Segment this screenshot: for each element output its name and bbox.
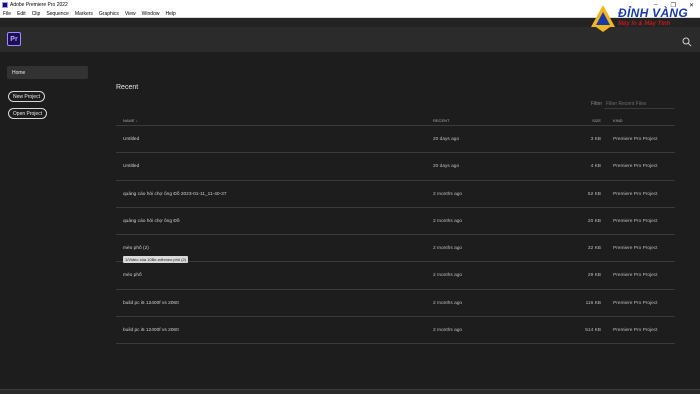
status-bar (0, 389, 700, 394)
file-size: 4 KB (590, 164, 601, 170)
file-recent: 2 months ago (433, 218, 463, 224)
filter-input[interactable] (604, 99, 674, 109)
watermark-brand: ĐỈNH VÀNG (618, 6, 689, 20)
premiere-app-icon (2, 2, 8, 8)
table-row[interactable]: mèo phố (2) 2 months ago 32 KB Premiere … (116, 235, 675, 263)
filter-label: Filter (591, 101, 603, 107)
triangle-logo-icon (591, 5, 615, 32)
file-kind: Premiere Pro Project (613, 164, 658, 170)
file-name: Untitled (123, 137, 140, 142)
file-kind: Premiere Pro Project (613, 137, 658, 142)
file-size: 52 KB (587, 191, 601, 197)
file-kind: Premiere Pro Project (613, 273, 658, 279)
menu-edit[interactable]: Edit (17, 11, 26, 17)
file-size: 116 KB (585, 300, 601, 306)
table-row[interactable]: build pc i5 12400f vs 2060 2 months ago … (116, 317, 675, 345)
file-kind: Premiere Pro Project (613, 328, 658, 334)
window-title: Adobe Premiere Pro 2022 (10, 2, 68, 8)
menu-view[interactable]: View (125, 11, 136, 17)
search-icon[interactable] (682, 34, 692, 47)
file-recent: 2 months ago (433, 246, 463, 252)
file-recent: 2 months ago (433, 273, 463, 279)
table-row[interactable]: build pc i5 12400f vs 2060 2 months ago … (116, 290, 675, 318)
sidebar-item-home[interactable]: Home (7, 66, 88, 79)
table-row[interactable]: quảng cáo hỏi chợ ông Đồ 2023-01-11_11-4… (116, 181, 675, 208)
file-name: build pc i5 12400f vs 2060 (123, 300, 179, 306)
watermark-logo: ĐỈNH VÀNG Máy In & Máy Tính (588, 2, 698, 34)
watermark-slogan: Máy In & Máy Tính (618, 21, 671, 27)
file-size: 29 KB (587, 273, 601, 279)
file-kind: Premiere Pro Project (613, 191, 658, 197)
recent-heading: Recent (116, 84, 139, 91)
recent-files-table: NAME ↓ RECENT SIZE KIND Untitled 20 days… (116, 112, 675, 345)
file-name: quảng cáo hỏi chợ ông Đồ 2023-01-11_11-4… (123, 191, 227, 197)
open-project-button[interactable]: Open Project (8, 108, 47, 119)
file-size: 32 KB (587, 246, 601, 252)
new-project-button[interactable]: New Project (8, 91, 45, 102)
file-size: 3 KB (590, 137, 601, 142)
file-size: 514 KB (585, 328, 601, 334)
menu-sequence[interactable]: Sequence (46, 11, 69, 17)
file-kind: Premiere Pro Project (613, 246, 658, 252)
table-row[interactable]: Untitled 20 days ago 3 KB Premiere Pro P… (116, 126, 675, 154)
menu-graphics[interactable]: Graphics (99, 11, 119, 17)
file-name: mèo phố (2) (123, 246, 149, 252)
table-row[interactable]: Untitled 20 days ago 4 KB Premiere Pro P… (116, 153, 675, 181)
file-name: mèo phố (123, 273, 142, 279)
table-row[interactable]: mèo phố 2 months ago 29 KB Premiere Pro … (116, 262, 675, 290)
file-name: build pc i5 12400f vs 2060 (123, 328, 179, 334)
menu-markers[interactable]: Markers (75, 11, 93, 17)
file-recent: 2 months ago (433, 300, 463, 306)
file-recent: 20 days ago (433, 137, 460, 142)
file-path-tooltip: 1/Video của 10Be-edhmeo phố (2) (123, 256, 189, 263)
menu-file[interactable]: File (3, 11, 11, 17)
file-recent: 2 months ago (433, 328, 463, 334)
column-header-kind[interactable]: KIND (613, 118, 623, 123)
menu-clip[interactable]: Clip (32, 11, 41, 17)
file-recent: 20 days ago (433, 164, 460, 170)
file-kind: Premiere Pro Project (613, 218, 658, 224)
file-size: 20 KB (587, 218, 601, 224)
column-header-name[interactable]: NAME ↓ (123, 118, 138, 123)
column-header-size[interactable]: SIZE (592, 118, 601, 123)
file-recent: 2 months ago (433, 191, 463, 197)
file-name: quảng cáo hỏi chợ ông Đồ (123, 218, 180, 224)
column-header-recent[interactable]: RECENT (433, 118, 449, 123)
file-name: Untitled (123, 164, 140, 170)
table-header: NAME ↓ RECENT SIZE KIND (116, 112, 675, 126)
table-row[interactable]: quảng cáo hỏi chợ ông Đồ 2 months ago 20… (116, 208, 675, 236)
menu-window[interactable]: Window (142, 11, 160, 17)
premiere-logo: Pr (7, 32, 21, 46)
file-kind: Premiere Pro Project (613, 300, 658, 306)
menu-help[interactable]: Help (165, 11, 175, 17)
